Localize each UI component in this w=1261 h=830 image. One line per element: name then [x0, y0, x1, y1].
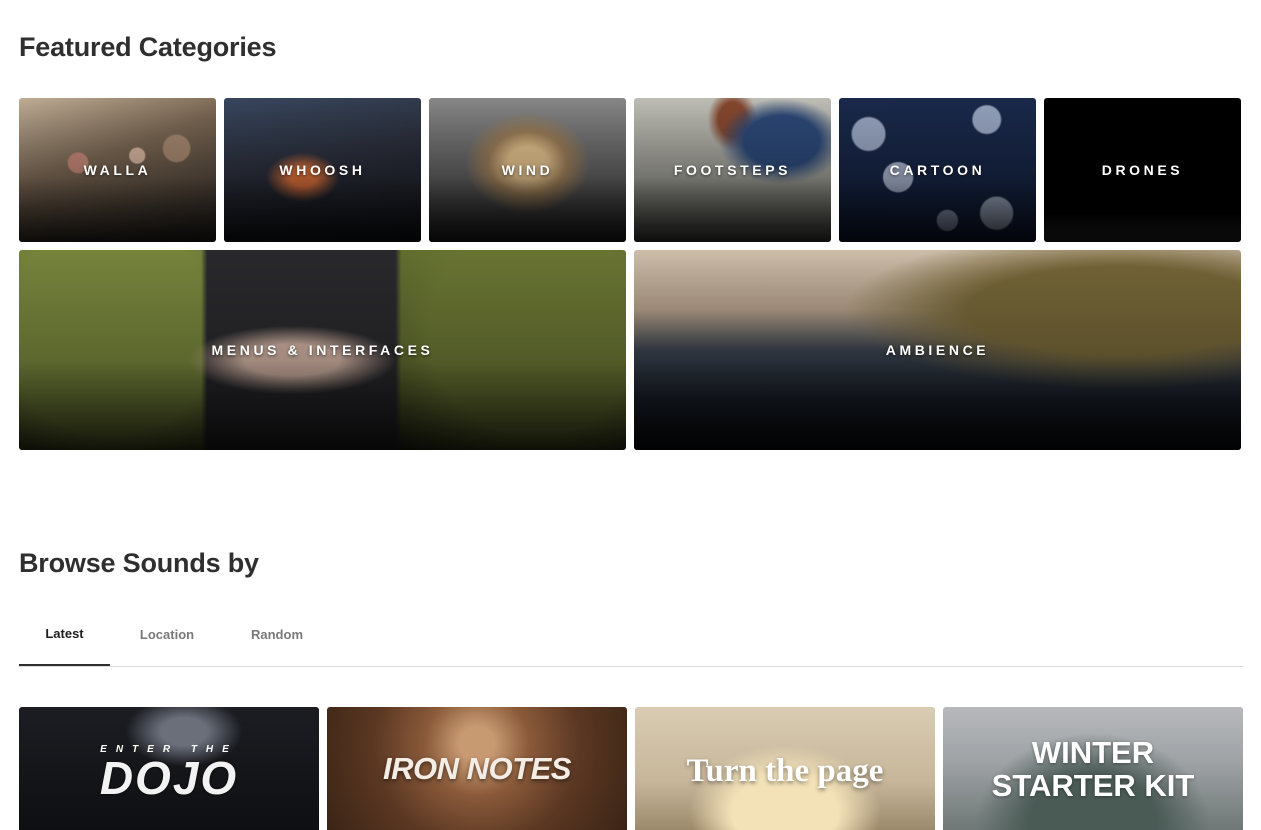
category-tile-ambience[interactable]: AMBIENCE [634, 250, 1241, 450]
category-tile-walla[interactable]: WALLA [19, 98, 216, 242]
tab-random[interactable]: Random [232, 603, 322, 665]
featured-categories-heading: Featured Categories [19, 32, 277, 62]
category-label: AMBIENCE [885, 342, 990, 358]
sound-pack-card-turn-the-page[interactable]: Turn the page [635, 707, 935, 830]
tab-latest[interactable]: Latest [19, 603, 110, 666]
category-tile-cartoon[interactable]: CARTOON [839, 98, 1036, 242]
browse-sounds-heading: Browse Sounds by [19, 548, 259, 578]
card-title: DOJO [99, 752, 239, 804]
category-label: WALLA [83, 162, 152, 178]
card-title: IRON NOTES [383, 750, 571, 786]
sound-pack-card-winter-starter-kit[interactable]: WINTER STARTER KIT [943, 707, 1243, 830]
category-tile-wind[interactable]: WIND [429, 98, 626, 242]
category-label: WHOOSH [279, 162, 366, 178]
category-tile-footsteps[interactable]: FOOTSTEPS [634, 98, 831, 242]
category-label: FOOTSTEPS [673, 162, 792, 178]
page: Featured Categories WALLA WHOOSH WIND FO… [0, 0, 1261, 830]
category-tile-menus-interfaces[interactable]: MENUS & INTERFACES [19, 250, 626, 450]
category-label: CARTOON [889, 162, 986, 178]
category-tile-drones[interactable]: DRONES [1044, 98, 1241, 242]
card-title: Turn the page [686, 753, 884, 789]
category-label: DRONES [1101, 162, 1184, 178]
category-tile-whoosh[interactable]: WHOOSH [224, 98, 421, 242]
category-label: WIND [501, 162, 554, 178]
sound-pack-card-dojo[interactable]: ENTER THE DOJO [19, 707, 319, 830]
category-label: MENUS & INTERFACES [211, 342, 434, 358]
browse-tabs: Latest Location Random [19, 603, 1243, 667]
card-title-line2: STARTER KIT [991, 767, 1195, 803]
card-title-line1: WINTER [1031, 734, 1155, 770]
tab-location[interactable]: Location [121, 603, 213, 665]
sound-pack-card-iron-notes[interactable]: IRON NOTES [327, 707, 627, 830]
